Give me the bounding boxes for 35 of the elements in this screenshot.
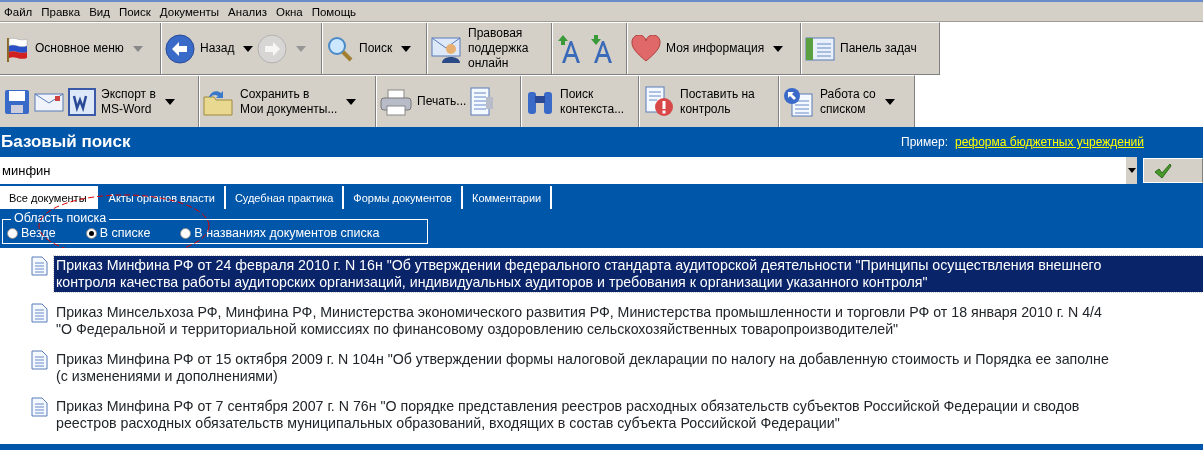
example-label: Пример:: [901, 134, 948, 151]
tab[interactable]: Формы документов: [344, 186, 463, 209]
menu-item[interactable]: Правка: [37, 2, 86, 21]
menu-item[interactable]: Поиск: [114, 2, 156, 21]
toolbar-button[interactable]: Поиск контекста...: [525, 86, 625, 117]
radio-option[interactable]: Везде: [7, 224, 56, 243]
document-link[interactable]: Приказ Минсельхоза РФ, Минфина РФ, Министерства экономического развития РФ, Министерства промышленности и торговли РФ от 18 января 2010 г. N 4/4 "О Федеральной и территориальной комиссиях по финансовому оздоровлению сельскохозяйственных товаропроизводителей": [54, 303, 1102, 339]
toolbar-button[interactable]: Печать...: [380, 87, 467, 116]
toolbar-button[interactable]: Правовая поддержка онлайн: [431, 26, 529, 71]
menu-item[interactable]: Документы: [155, 2, 225, 21]
menu-item[interactable]: Анализ: [224, 2, 272, 21]
tab[interactable]: Все документы: [0, 186, 98, 209]
toolbar-button[interactable]: Основное меню: [4, 34, 143, 63]
document-link[interactable]: Приказ Минфина РФ от 15 октября 2009 г. N 104н "Об утверждении формы налоговой декларации по налогу на добавленную стоимость и Порядка ее заполне (с изменениями и дополнениями): [54, 350, 1109, 386]
menu-item[interactable]: Файл: [0, 2, 38, 21]
panel-title: Базовый поиск: [1, 131, 131, 153]
toolbar-button[interactable]: Назад: [165, 33, 254, 64]
menu-item[interactable]: Вид: [85, 2, 115, 21]
toolbar-button[interactable]: Панель задач: [805, 35, 917, 62]
toolbar-button[interactable]: Экспорт в MS-Word: [68, 86, 175, 117]
radio-option[interactable]: В названиях документов списка: [180, 224, 380, 243]
toolbar-button[interactable]: Работа со списком: [783, 86, 895, 117]
toolbar-button[interactable]: Сохранить в Мои документы...: [203, 86, 357, 117]
example-link[interactable]: реформа бюджетных учреждений: [954, 133, 1144, 151]
menu-item[interactable]: Окна: [271, 2, 308, 21]
toolbar-button[interactable]: Моя информация: [631, 34, 784, 63]
radio-option[interactable]: В списке: [85, 224, 151, 243]
menu-item[interactable]: Помощь: [307, 2, 362, 21]
tab[interactable]: Судебная практика: [225, 186, 345, 209]
toolbar-button[interactable]: Поиск: [326, 34, 412, 63]
toolbar-button[interactable]: Поставить на контроль: [643, 85, 755, 118]
document-link[interactable]: Приказ Минфина РФ от 24 февраля 2010 г. N 16н "Об утверждении федерального стандарта аудиторской деятельности "Принципы осуществления внешнего контроля качества работы аудиторских организаций, индивидуальных аудиторов и требования к организации указанного контроля": [54, 256, 1203, 292]
document-link[interactable]: Приказ Минфина РФ от 7 сентября 2007 г. N 76н "О порядке представления реестров расходных обязательств субъектов Российской Федерации и сводов реестров расходных обязательств муниципальных образований, входящих в состав субъекта Российской Федерации": [54, 397, 1080, 433]
search-field[interactable]: минфин: [0, 157, 1126, 184]
tab[interactable]: Комментарии: [462, 186, 553, 209]
